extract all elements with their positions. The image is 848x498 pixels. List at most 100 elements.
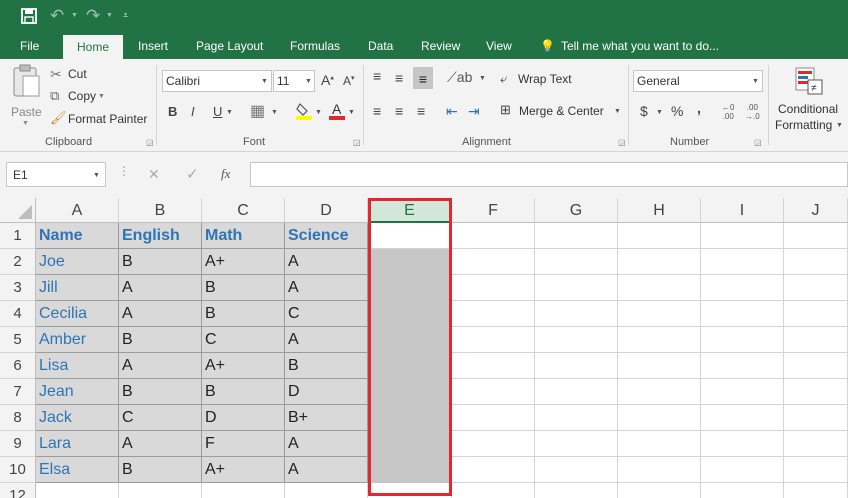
cell[interactable]	[784, 353, 848, 379]
cell[interactable]: A	[119, 301, 202, 327]
cell[interactable]	[618, 275, 701, 301]
more-options-icon[interactable]: ⋮	[118, 164, 130, 178]
worksheet-grid[interactable]: ABCDEFGHIJ 1 Name English Math Science 2 Joe B A…	[0, 198, 848, 498]
cell[interactable]	[618, 457, 701, 483]
row-header-12[interactable]: 12	[0, 483, 36, 498]
conditional-formatting-button[interactable]: ≠ Conditional Formatting ▼	[772, 64, 848, 136]
tab-review[interactable]: Review	[421, 33, 460, 59]
redo-icon[interactable]: ↷	[86, 6, 100, 26]
cell[interactable]: D	[202, 405, 285, 431]
cell[interactable]	[452, 457, 535, 483]
cell[interactable]	[535, 249, 618, 275]
font-size-select[interactable]: 11 ▼	[273, 70, 315, 92]
font-name-select[interactable]: Calibri ▼	[162, 70, 272, 92]
column-header-e[interactable]: E	[368, 198, 452, 223]
top-align-icon[interactable]: ≡	[373, 68, 381, 84]
column-header-a[interactable]: A	[36, 198, 119, 223]
cell[interactable]	[368, 301, 452, 327]
cell[interactable]	[202, 483, 285, 498]
cell[interactable]	[452, 353, 535, 379]
tab-insert[interactable]: Insert	[138, 33, 168, 59]
orientation-icon[interactable]: ⟋ab	[447, 69, 472, 86]
cell[interactable]	[784, 379, 848, 405]
column-header-f[interactable]: F	[452, 198, 535, 223]
cell[interactable]: B	[119, 457, 202, 483]
cell[interactable]	[618, 327, 701, 353]
row-header-6[interactable]: 6	[0, 353, 36, 379]
cell[interactable]	[784, 405, 848, 431]
cell[interactable]	[784, 275, 848, 301]
table-header-cell[interactable]: English	[119, 223, 202, 249]
align-right-icon[interactable]: ≡	[417, 103, 425, 119]
cell[interactable]: A	[119, 275, 202, 301]
cell[interactable]: B	[119, 327, 202, 353]
cell[interactable]: Jill	[36, 275, 119, 301]
font-dialog-launcher-icon[interactable]: ◲	[353, 138, 361, 147]
tell-me-search[interactable]: 💡 Tell me what you want to do...	[540, 33, 719, 59]
undo-icon[interactable]: ↶	[50, 6, 64, 26]
merge-center-button[interactable]: ⊞ Merge & Center ▼	[500, 102, 624, 121]
tab-page-layout[interactable]: Page Layout	[196, 33, 263, 59]
decrease-decimal-icon[interactable]: .00 →.0	[745, 103, 760, 121]
align-center-icon[interactable]: ≡	[395, 103, 403, 119]
row-header-3[interactable]: 3	[0, 275, 36, 301]
copy-button[interactable]: ⧉ Copy ▼	[50, 88, 108, 106]
cell[interactable]	[701, 379, 784, 405]
tab-view[interactable]: View	[486, 33, 512, 59]
paste-button[interactable]: Paste ▼	[8, 64, 44, 130]
cell[interactable]	[701, 327, 784, 353]
cell[interactable]: Elsa	[36, 457, 119, 483]
cell[interactable]	[701, 353, 784, 379]
cell[interactable]	[285, 483, 368, 498]
table-header-cell[interactable]: Name	[36, 223, 119, 249]
cell[interactable]	[535, 457, 618, 483]
increase-font-size-icon[interactable]: A▴	[321, 72, 334, 88]
cell[interactable]	[784, 431, 848, 457]
cell[interactable]	[452, 405, 535, 431]
cell[interactable]	[701, 223, 784, 249]
cell[interactable]: C	[202, 327, 285, 353]
cell[interactable]	[368, 457, 452, 483]
cell[interactable]	[368, 249, 452, 275]
cell[interactable]	[368, 483, 452, 498]
cell[interactable]	[452, 327, 535, 353]
cell[interactable]	[784, 483, 848, 498]
underline-button[interactable]: U	[213, 104, 222, 119]
cell[interactable]	[368, 379, 452, 405]
cell[interactable]	[36, 483, 119, 498]
column-header-b[interactable]: B	[119, 198, 202, 223]
cell[interactable]	[368, 327, 452, 353]
cell[interactable]: Joe	[36, 249, 119, 275]
cell[interactable]	[535, 327, 618, 353]
chevron-down-icon[interactable]: ▼	[226, 109, 233, 116]
chevron-down-icon[interactable]: ▼	[348, 109, 355, 116]
cell[interactable]	[452, 275, 535, 301]
redo-dropdown-icon[interactable]: ▼	[106, 12, 113, 19]
insert-function-icon[interactable]: fx	[221, 166, 230, 182]
tab-home[interactable]: Home	[63, 35, 123, 59]
column-header-h[interactable]: H	[618, 198, 701, 223]
increase-decimal-icon[interactable]: ←0.00	[722, 103, 734, 121]
cell[interactable]: B	[202, 379, 285, 405]
cell[interactable]	[701, 483, 784, 498]
cell[interactable]: A	[285, 457, 368, 483]
cell[interactable]	[701, 405, 784, 431]
cell[interactable]	[618, 353, 701, 379]
cell[interactable]: F	[202, 431, 285, 457]
cell[interactable]	[535, 223, 618, 249]
cell[interactable]	[701, 275, 784, 301]
cell[interactable]: C	[119, 405, 202, 431]
chevron-down-icon[interactable]: ▼	[656, 109, 663, 116]
cell[interactable]: A	[285, 275, 368, 301]
cell[interactable]: D	[285, 379, 368, 405]
customize-qat-icon[interactable]: ⩡	[123, 10, 128, 21]
cell[interactable]	[452, 301, 535, 327]
cell[interactable]	[535, 353, 618, 379]
select-all-button[interactable]	[0, 198, 36, 223]
cell[interactable]: Jean	[36, 379, 119, 405]
cell[interactable]	[618, 223, 701, 249]
tab-file[interactable]: File	[20, 33, 39, 59]
italic-button[interactable]: I	[191, 104, 195, 119]
cell[interactable]	[784, 327, 848, 353]
table-header-cell[interactable]: Science	[285, 223, 368, 249]
